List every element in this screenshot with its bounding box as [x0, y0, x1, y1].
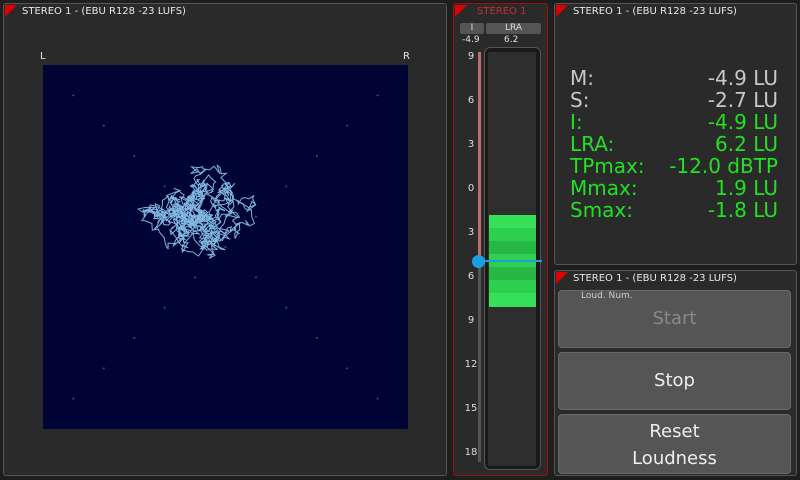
stat-key: Smax:	[570, 198, 634, 222]
scale-tick: 9	[467, 315, 475, 326]
scale-tick: 9	[467, 51, 475, 62]
reset-label-line2: Loudness	[632, 448, 717, 469]
stereo-trace	[137, 164, 257, 259]
scale-tick: 15	[464, 403, 478, 414]
meter-title: STEREO 1	[477, 6, 527, 17]
goniometer-canvas	[72, 94, 379, 400]
scale-tick: 6	[467, 95, 475, 106]
guide-dot	[346, 124, 349, 127]
scale-tick: 0	[467, 183, 475, 194]
stat-row: TPmax: -12.0 dBTP	[570, 154, 778, 178]
controls-panel-title: STEREO 1 - (EBU R128 -23 LUFS)	[573, 273, 737, 284]
lra-segment	[489, 241, 536, 255]
goniometer-display	[43, 65, 408, 429]
stat-row: LRA: 6.2 LU	[570, 132, 778, 156]
stat-value: -12.0 dBTP	[669, 154, 778, 178]
stat-value: -4.9 LU	[707, 66, 778, 90]
stop-button[interactable]: Stop	[558, 352, 791, 410]
guide-dot	[133, 337, 136, 339]
controls-menu-corner[interactable]	[556, 272, 568, 284]
panel-title: STEREO 1 - (EBU R128 -23 LUFS)	[22, 6, 186, 17]
guide-dot	[254, 215, 257, 218]
lra-segment	[489, 267, 536, 281]
momentary-level-marker[interactable]	[472, 254, 485, 268]
loud-num-label: Loud. Num.	[581, 291, 633, 301]
scale-tick: 3	[467, 227, 475, 238]
stat-key: S:	[570, 88, 590, 112]
guide-dot	[133, 155, 136, 157]
stat-key: M:	[570, 66, 594, 90]
lra-segment	[489, 228, 536, 242]
lra-value: 6.2	[504, 35, 519, 45]
guide-dot	[102, 367, 105, 370]
guide-dot	[72, 397, 75, 400]
guide-dot	[102, 124, 105, 127]
guide-dot	[224, 246, 227, 248]
stats-panel-title: STEREO 1 - (EBU R128 -23 LUFS)	[573, 6, 737, 17]
stat-key: LRA:	[570, 132, 615, 156]
stat-value: -2.7 LU	[707, 88, 778, 112]
guide-dot	[163, 185, 166, 188]
guide-dot	[285, 306, 288, 309]
momentary-level-line	[480, 259, 542, 262]
stat-row: M: -4.9 LU	[570, 66, 778, 90]
reset-loudness-button[interactable]: Reset Loudness	[558, 414, 791, 474]
meter-menu-corner[interactable]	[455, 5, 467, 17]
guide-dot	[163, 306, 166, 309]
stat-row: I: -4.9 LU	[570, 110, 778, 134]
stat-value: -1.8 LU	[707, 198, 778, 222]
reset-label-line1: Reset	[649, 421, 700, 442]
guide-dot	[72, 94, 75, 97]
guide-dot	[376, 94, 379, 97]
panel-menu-corner[interactable]	[5, 5, 17, 17]
start-button[interactable]: Loud. Num. Start	[558, 290, 791, 348]
lra-segment	[489, 280, 536, 294]
lra-segment	[489, 215, 536, 229]
left-channel-label: L	[40, 51, 46, 62]
stat-key: I:	[570, 110, 583, 134]
stat-row: Smax: -1.8 LU	[570, 198, 778, 222]
stat-value: -4.9 LU	[707, 110, 778, 134]
scale-tick: 18	[464, 447, 478, 458]
scale-tick: 6	[467, 271, 475, 282]
lra-segment	[489, 293, 536, 307]
guide-dot	[315, 337, 318, 339]
stat-key: TPmax:	[570, 154, 645, 178]
guide-dot	[285, 185, 288, 188]
stop-button-label: Stop	[654, 370, 695, 391]
lra-label: LRA	[486, 23, 541, 34]
right-channel-label: R	[403, 51, 410, 62]
stats-menu-corner[interactable]	[556, 5, 568, 17]
guide-dot	[194, 276, 197, 279]
integrated-value: -4.9	[462, 35, 480, 45]
guide-dot	[254, 276, 257, 279]
stat-key: Mmax:	[570, 176, 638, 200]
stat-value: 1.9 LU	[715, 176, 778, 200]
guide-dot	[315, 155, 318, 157]
scale-tick: 3	[467, 139, 475, 150]
stat-value: 6.2 LU	[715, 132, 778, 156]
scale-tick: 12	[464, 359, 478, 370]
guide-dot	[346, 367, 349, 370]
guide-dot	[376, 397, 379, 400]
stat-row: Mmax: 1.9 LU	[570, 176, 778, 200]
integrated-label: I	[460, 23, 484, 34]
stat-row: S: -2.7 LU	[570, 88, 778, 112]
